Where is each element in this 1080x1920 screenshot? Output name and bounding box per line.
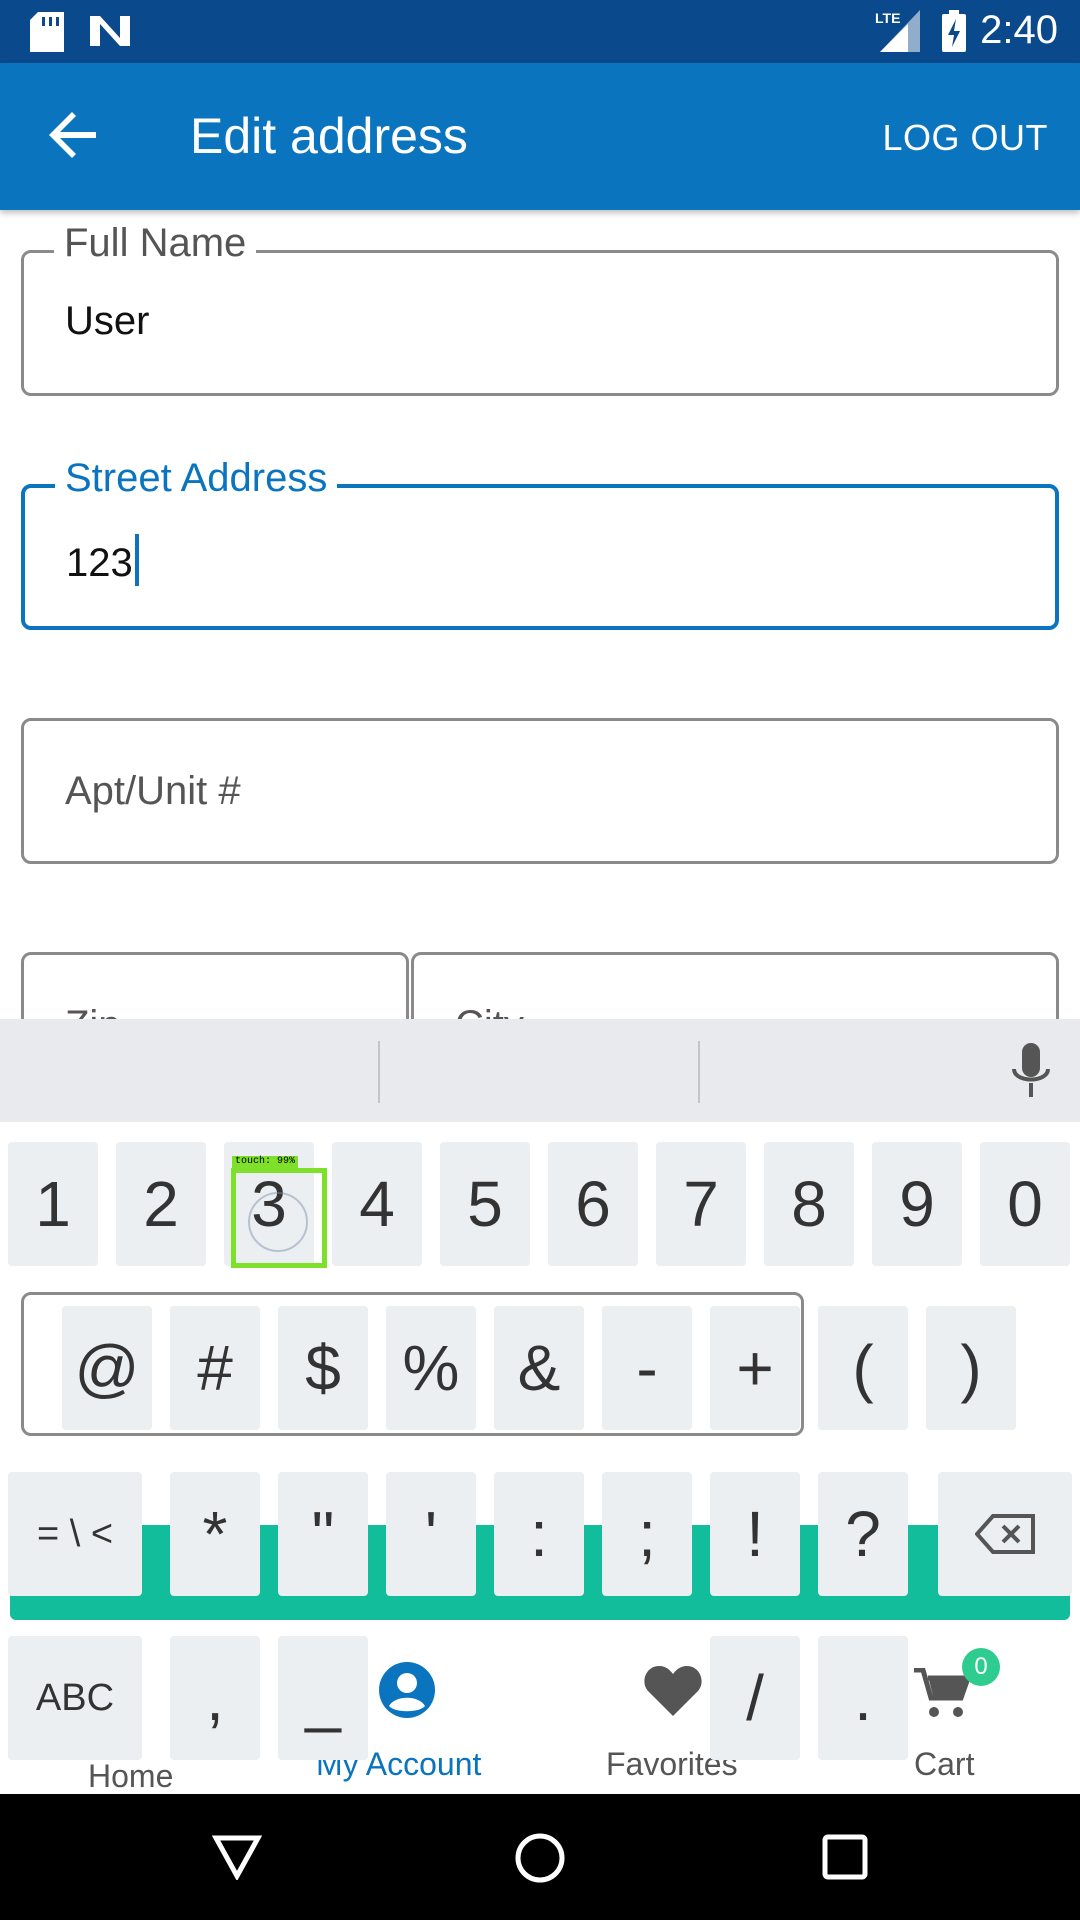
key-ampersand[interactable]: & xyxy=(494,1306,584,1430)
key-5[interactable]: 5 xyxy=(440,1142,530,1266)
key-double-quote[interactable]: " xyxy=(278,1472,368,1596)
key-1[interactable]: 1 xyxy=(8,1142,98,1266)
key-period[interactable]: . xyxy=(818,1636,908,1760)
back-triangle-icon[interactable] xyxy=(212,1834,262,1880)
key-minus[interactable]: - xyxy=(602,1306,692,1430)
key-open-paren[interactable]: ( xyxy=(818,1306,908,1430)
suggestion-divider xyxy=(378,1041,380,1103)
recents-square-icon[interactable] xyxy=(822,1834,868,1880)
key-plus[interactable]: + xyxy=(710,1306,800,1430)
key-more-symbols[interactable]: = \ < xyxy=(8,1472,142,1596)
key-question[interactable]: ? xyxy=(818,1472,908,1596)
full-name-field[interactable]: Full Name User xyxy=(21,221,1059,396)
text-cursor xyxy=(134,534,139,586)
key-backspace[interactable] xyxy=(938,1472,1072,1596)
battery-charging-icon xyxy=(942,10,966,52)
key-4[interactable]: 4 xyxy=(332,1142,422,1266)
key-slash[interactable]: / xyxy=(710,1636,800,1760)
key-single-quote[interactable]: ' xyxy=(386,1472,476,1596)
key-7[interactable]: 7 xyxy=(656,1142,746,1266)
key-comma[interactable]: , xyxy=(170,1636,260,1760)
key-underscore[interactable]: _ xyxy=(278,1636,368,1760)
key-2[interactable]: 2 xyxy=(116,1142,206,1266)
full-name-label: Full Name xyxy=(54,221,257,266)
key-space[interactable] xyxy=(386,1636,692,1760)
key-0[interactable]: 0 xyxy=(980,1142,1070,1266)
system-navigation-bar xyxy=(0,1794,1080,1920)
backspace-icon xyxy=(975,1514,1035,1554)
app-bar: Edit address LOG OUT xyxy=(0,63,1080,210)
key-semicolon[interactable]: ; xyxy=(602,1472,692,1596)
key-9[interactable]: 9 xyxy=(872,1142,962,1266)
status-bar: LTE 2:40 xyxy=(0,0,1080,63)
back-arrow-icon[interactable] xyxy=(44,105,104,165)
touch-ripple xyxy=(248,1192,308,1252)
page-title: Edit address xyxy=(190,108,468,164)
key-asterisk[interactable]: * xyxy=(170,1472,260,1596)
key-abc[interactable]: ABC xyxy=(8,1636,142,1760)
key-colon[interactable]: : xyxy=(494,1472,584,1596)
full-name-value: User xyxy=(65,299,150,343)
key-close-paren[interactable]: ) xyxy=(926,1306,1016,1430)
clock: 2:40 xyxy=(980,8,1058,52)
key-at[interactable]: @ xyxy=(62,1306,152,1430)
nav-home-label[interactable]: Home xyxy=(88,1758,173,1795)
key-enter[interactable] xyxy=(938,1636,1072,1760)
street-address-field[interactable]: Street Address 123 xyxy=(21,456,1059,630)
keyboard-suggestion-strip xyxy=(0,1019,1080,1122)
microphone-icon[interactable] xyxy=(1010,1043,1052,1101)
suggestion-divider xyxy=(698,1041,700,1103)
logout-button[interactable]: LOG OUT xyxy=(882,117,1048,159)
key-dollar[interactable]: $ xyxy=(278,1306,368,1430)
street-address-value: 123 xyxy=(66,534,139,586)
key-6[interactable]: 6 xyxy=(548,1142,638,1266)
app-notification-icon xyxy=(90,16,130,46)
key-percent[interactable]: % xyxy=(386,1306,476,1430)
key-hash[interactable]: # xyxy=(170,1306,260,1430)
sd-card-icon xyxy=(30,12,64,52)
key-8[interactable]: 8 xyxy=(764,1142,854,1266)
home-circle-icon[interactable] xyxy=(514,1832,566,1884)
apt-unit-field[interactable]: Apt/Unit # xyxy=(21,718,1059,864)
key-exclamation[interactable]: ! xyxy=(710,1472,800,1596)
signal-icon xyxy=(880,10,920,52)
apt-unit-placeholder: Apt/Unit # xyxy=(65,769,241,813)
street-address-label: Street Address xyxy=(55,456,338,501)
touch-indicator-label: touch: 99% xyxy=(232,1156,299,1168)
